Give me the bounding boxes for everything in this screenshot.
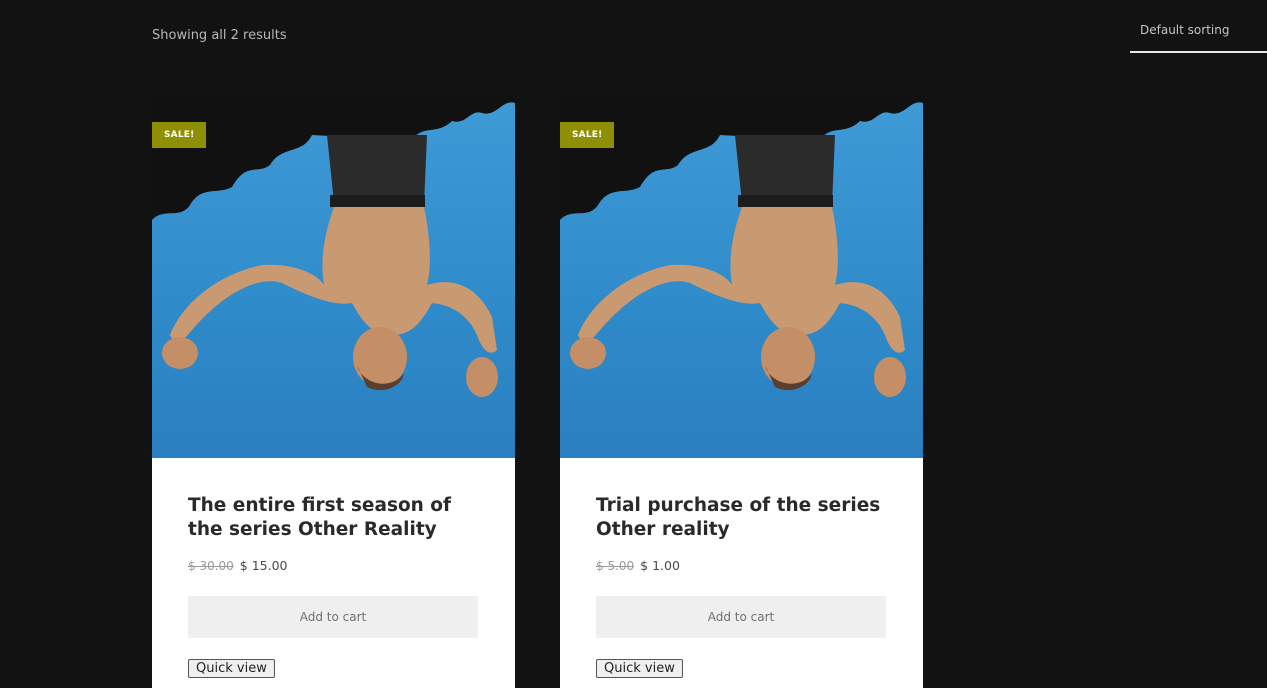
price-row: $ 5.00 $ 1.00 — [596, 558, 887, 573]
quick-view-button[interactable]: Quick view — [188, 659, 275, 678]
sale-price: $ 15.00 — [239, 558, 288, 573]
old-price: $ 5.00 — [596, 559, 635, 573]
quick-view-button[interactable]: Quick view — [596, 659, 683, 678]
product-image[interactable]: SALE! — [560, 95, 923, 458]
result-count: Showing all 2 results — [152, 28, 287, 43]
sale-badge: SALE! — [560, 122, 615, 148]
waistband-shape — [738, 195, 833, 207]
right-hand-shape — [466, 357, 498, 397]
add-to-cart-button[interactable]: Add to cart — [188, 596, 478, 638]
left-hand-shape — [570, 337, 606, 369]
head-shape — [761, 327, 815, 387]
product-title[interactable]: The entire first season of the series Ot… — [188, 494, 479, 542]
torso-shape — [170, 207, 497, 353]
sale-price: $ 1.00 — [640, 558, 680, 573]
old-price: $ 30.00 — [188, 559, 234, 573]
shorts-shape — [735, 135, 835, 205]
left-hand-shape — [162, 337, 198, 369]
sale-badge: SALE! — [152, 122, 207, 148]
torso-shape — [578, 207, 905, 353]
product-photo — [560, 95, 923, 397]
head-shape — [353, 327, 407, 387]
product-info: Trial purchase of the series Other reali… — [560, 458, 923, 678]
add-to-cart-button[interactable]: Add to cart — [596, 596, 886, 638]
product-photo — [152, 95, 515, 397]
right-hand-shape — [874, 357, 906, 397]
waistband-shape — [330, 195, 425, 207]
shop-page: Showing all 2 results Default sorting SA… — [0, 0, 1267, 688]
product-card: SALE! The entire first season of the ser… — [152, 95, 515, 688]
sorting-dropdown[interactable]: Default sorting — [1130, 17, 1267, 53]
product-info: The entire first season of the series Ot… — [152, 458, 515, 678]
price-row: $ 30.00 $ 15.00 — [188, 558, 479, 573]
shorts-shape — [327, 135, 427, 205]
product-card: SALE! Trial purchase of the series Other… — [560, 95, 923, 688]
product-title[interactable]: Trial purchase of the series Other reali… — [596, 494, 887, 542]
product-image[interactable]: SALE! — [152, 95, 515, 458]
